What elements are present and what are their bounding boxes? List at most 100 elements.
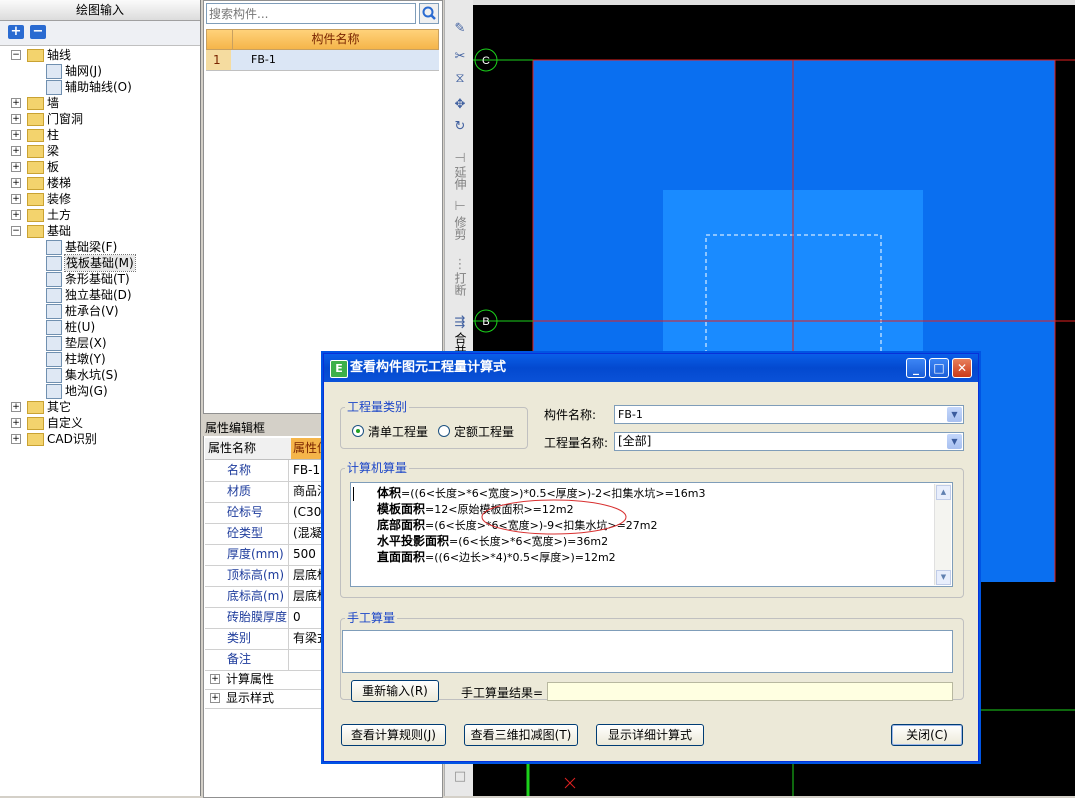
expand-icon[interactable]: + xyxy=(11,402,21,412)
tree-item[interactable]: + 柱 xyxy=(0,127,200,143)
expand-icon[interactable]: + xyxy=(11,210,21,220)
dialog-titlebar[interactable]: E 查看构件图元工程量计算式 _ □ ✕ xyxy=(324,354,978,382)
expand-icon[interactable]: + xyxy=(11,98,21,108)
component-icon xyxy=(46,240,62,255)
tree-item-label: 独立基础(D) xyxy=(65,288,132,302)
tree-item[interactable]: 辅助轴线(O) xyxy=(0,79,200,95)
tree-item[interactable]: − 基础 xyxy=(0,223,200,239)
component-icon xyxy=(46,320,62,335)
close-icon[interactable]: ✕ xyxy=(952,358,972,378)
merge-icon[interactable]: ⇶ xyxy=(453,316,467,330)
tree-item[interactable]: 地沟(G) xyxy=(0,383,200,399)
rotate-icon[interactable]: ↻ xyxy=(453,120,467,134)
tree-item[interactable]: 筏板基础(M) xyxy=(0,254,200,272)
extend-icon[interactable]: ⊣ xyxy=(453,152,467,166)
minimize-icon[interactable]: _ xyxy=(906,358,926,378)
manual-result-field[interactable] xyxy=(547,682,953,701)
property-name: 材质 xyxy=(205,481,289,502)
break-label: 打断 xyxy=(453,272,467,296)
folder-icon xyxy=(27,209,44,222)
tree-item-label: 梁 xyxy=(47,144,60,158)
search-icon[interactable] xyxy=(419,3,439,24)
component-icon xyxy=(46,288,62,303)
formula-textarea[interactable]: 体积=((6<长度>*6<宽度>)*0.5<厚度>)-2<扣集水坑>=16m3 模… xyxy=(350,482,953,587)
tree-item[interactable]: 轴网(J) xyxy=(0,63,200,79)
tree-item[interactable]: + 墙 xyxy=(0,95,200,111)
chevron-down-icon[interactable]: ▼ xyxy=(947,434,962,449)
square-icon[interactable]: □ xyxy=(453,770,467,784)
tree-item[interactable]: 独立基础(D) xyxy=(0,287,200,303)
expand-icon[interactable]: + xyxy=(210,693,220,703)
expand-icon[interactable]: + xyxy=(11,194,21,204)
formula-key: 底部面积 xyxy=(377,518,426,532)
expand-icon[interactable]: + xyxy=(11,162,21,172)
paint-brush-icon[interactable]: ✎ xyxy=(453,22,467,36)
view-rules-button[interactable]: 查看计算规则(J) xyxy=(341,724,446,746)
move-icon[interactable]: ✥ xyxy=(453,98,467,112)
scroll-up-icon[interactable]: ▲ xyxy=(936,485,951,500)
tree-item[interactable]: 垫层(X) xyxy=(0,335,200,351)
expand-icon[interactable]: + xyxy=(11,418,21,428)
computer-calc-label: 计算机算量 xyxy=(345,461,410,475)
tree-item[interactable]: 桩(U) xyxy=(0,319,200,335)
tree-item[interactable]: 柱墩(Y) xyxy=(0,351,200,367)
tree-item-label: 装修 xyxy=(47,192,72,206)
quantity-name-select[interactable]: [全部] ▼ xyxy=(614,432,964,451)
folder-icon xyxy=(27,177,44,190)
tree-item[interactable]: + 装修 xyxy=(0,191,200,207)
show-detail-button[interactable]: 显示详细计算式 xyxy=(596,724,704,746)
tree-item[interactable]: 集水坑(S) xyxy=(0,367,200,383)
tree-item[interactable]: + 门窗洞 xyxy=(0,111,200,127)
expand-icon[interactable]: + xyxy=(11,130,21,140)
mirror-icon[interactable]: ⧖ xyxy=(453,72,467,86)
component-name-label: 构件名称: xyxy=(544,408,597,422)
reinput-button[interactable]: 重新输入(R) xyxy=(351,680,439,702)
tree-item[interactable]: + 梁 xyxy=(0,143,200,159)
break-icon[interactable]: ⋮ xyxy=(453,258,467,272)
tree-item-label: 垫层(X) xyxy=(65,336,107,350)
radio-quota-quantity[interactable] xyxy=(438,425,450,437)
tree-item-label: 基础梁(F) xyxy=(65,240,118,254)
tree-item[interactable]: − 轴线 xyxy=(0,47,200,63)
manual-calc-textarea[interactable] xyxy=(342,630,953,673)
radio-bill-quantity[interactable] xyxy=(352,425,364,437)
maximize-icon[interactable]: □ xyxy=(929,358,949,378)
tree-item-label: 地沟(G) xyxy=(65,384,108,398)
tree-item[interactable]: + 自定义 xyxy=(0,415,200,431)
list-row[interactable]: 1 FB-1 xyxy=(206,50,439,71)
tree-item[interactable]: + CAD识别 xyxy=(0,431,200,447)
expand-icon[interactable]: + xyxy=(210,674,220,684)
dialog-title: 查看构件图元工程量计算式 xyxy=(350,360,507,375)
column-header-property-name: 属性名称 xyxy=(208,441,257,455)
trim-icon[interactable]: ⊢ xyxy=(453,200,467,214)
tree-item[interactable]: + 其它 xyxy=(0,399,200,415)
component-icon xyxy=(46,256,62,271)
collapse-icon[interactable]: − xyxy=(11,226,21,236)
expand-icon[interactable]: + xyxy=(11,146,21,156)
folder-icon xyxy=(27,433,44,446)
scroll-down-icon[interactable]: ▼ xyxy=(936,570,951,585)
component-name-select[interactable]: FB-1 ▼ xyxy=(614,405,964,424)
close-button[interactable]: 关闭(C) xyxy=(891,724,963,746)
formula-key: 模板面积 xyxy=(377,502,426,516)
tree-item[interactable]: + 楼梯 xyxy=(0,175,200,191)
tree-item[interactable]: + 板 xyxy=(0,159,200,175)
tree-item[interactable]: 条形基础(T) xyxy=(0,271,200,287)
axis-label-b: B xyxy=(482,316,489,328)
tree-item-label: 基础 xyxy=(47,224,72,238)
tree-item[interactable]: 桩承台(V) xyxy=(0,303,200,319)
collapse-all-icon[interactable]: − xyxy=(30,25,46,39)
view-3d-deduction-button[interactable]: 查看三维扣减图(T) xyxy=(464,724,578,746)
scissor-icon[interactable]: ✂ xyxy=(453,50,467,64)
expand-icon[interactable]: + xyxy=(11,114,21,124)
chevron-down-icon[interactable]: ▼ xyxy=(947,407,962,422)
expand-icon[interactable]: + xyxy=(11,178,21,188)
formula-scrollbar[interactable]: ▲ ▼ xyxy=(934,484,951,585)
quantity-type-label: 工程量类别 xyxy=(345,400,410,414)
expand-icon[interactable]: + xyxy=(11,434,21,444)
expand-all-icon[interactable]: + xyxy=(8,25,24,39)
collapse-icon[interactable]: − xyxy=(11,50,21,60)
tree-item[interactable]: + 土方 xyxy=(0,207,200,223)
tree-item[interactable]: 基础梁(F) xyxy=(0,239,200,255)
search-input[interactable]: 搜索构件... xyxy=(206,3,416,24)
